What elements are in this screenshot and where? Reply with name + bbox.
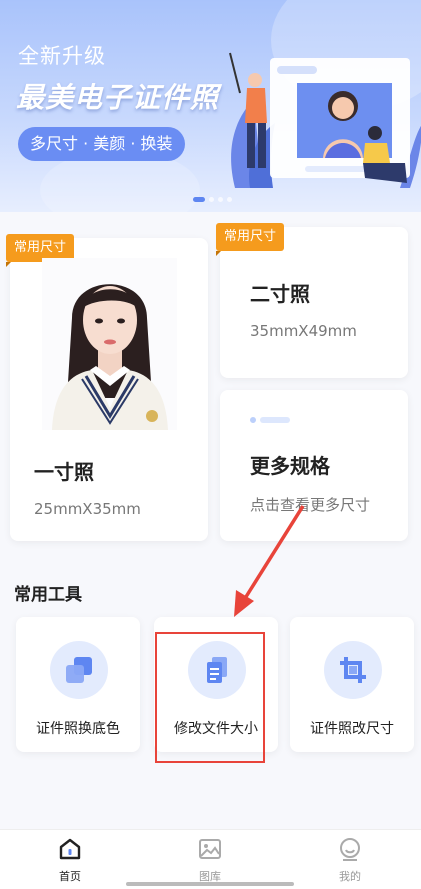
bottom-nav: 首页 图库 我的 — [0, 829, 421, 889]
nav-item-home[interactable]: 首页 — [30, 836, 110, 884]
tool-change-background[interactable]: 证件照换底色 — [16, 617, 140, 752]
tool-label: 证件照换底色 — [36, 721, 120, 737]
banner-title: 最美电子证件照 — [16, 81, 220, 114]
home-icon — [59, 838, 81, 860]
tool-label: 证件照改尺寸 — [310, 721, 394, 737]
nav-label: 我的 — [339, 870, 361, 883]
nav-label: 首页 — [59, 870, 81, 883]
carousel-dot — [227, 197, 232, 202]
banner-features-pill: 多尺寸 · 美颜 · 换装 — [18, 127, 185, 161]
card-title: 一寸照 — [34, 460, 94, 484]
gallery-icon — [199, 839, 221, 859]
decor-bar — [260, 417, 290, 423]
card-two-inch-photo[interactable]: 常用尺寸 二寸照 35mmX49mm — [216, 223, 408, 378]
decor-dot — [250, 417, 256, 423]
common-size-tag: 常用尺寸 — [216, 223, 285, 256]
carousel-indicator — [193, 197, 232, 202]
carousel-dot-active — [193, 197, 205, 202]
banner-illustration — [229, 52, 421, 188]
layers-icon — [66, 657, 92, 683]
home-indicator — [126, 882, 294, 886]
card-size: 35mmX49mm — [250, 322, 357, 340]
card-more-specs[interactable]: 更多规格 点击查看更多尺寸 — [220, 390, 408, 541]
card-size: 25mmX35mm — [34, 500, 141, 518]
sample-portrait-image — [42, 258, 177, 430]
profile-icon — [340, 838, 360, 861]
highlight-box — [155, 632, 265, 763]
tool-change-photo-size[interactable]: 证件照改尺寸 — [290, 617, 414, 752]
card-title: 更多规格 — [250, 454, 330, 478]
card-desc: 点击查看更多尺寸 — [250, 496, 371, 514]
tool-icon-circle — [324, 641, 382, 699]
card-title: 二寸照 — [250, 282, 310, 306]
nav-item-gallery[interactable]: 图库 — [170, 836, 250, 884]
tool-icon-circle — [50, 641, 108, 699]
carousel-dot — [209, 197, 214, 202]
carousel-dot — [218, 197, 223, 202]
crop-icon — [340, 657, 366, 683]
banner-subtitle: 全新升级 — [18, 44, 106, 68]
section-title-tools: 常用工具 — [14, 585, 82, 605]
nav-item-profile[interactable]: 我的 — [310, 836, 390, 884]
promo-banner[interactable]: 全新升级 最美电子证件照 多尺寸 · 美颜 · 换装 — [0, 0, 421, 212]
